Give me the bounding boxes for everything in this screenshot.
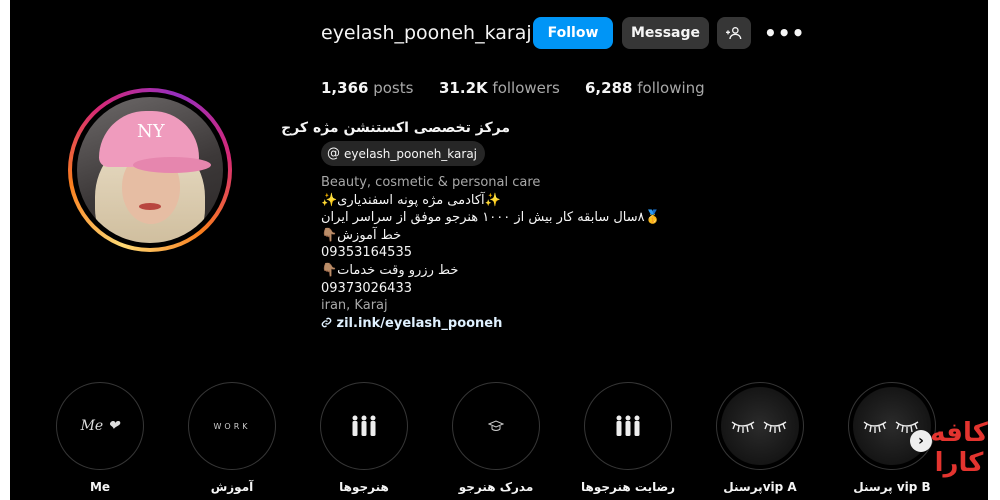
group-icon xyxy=(616,415,640,436)
avatar-cap-brim xyxy=(133,157,211,173)
following-label: following xyxy=(637,79,705,97)
highlight-cover xyxy=(457,387,535,465)
threads-badge[interactable]: @ eyelash_pooneh_karaj xyxy=(321,141,486,166)
watermark-logo: کافه کارا xyxy=(925,418,993,478)
highlight-ring xyxy=(716,382,804,470)
profile-page: NY eyelash_pooneh_karaj Follow Message •… xyxy=(10,0,988,500)
following-stat[interactable]: 6,288 following xyxy=(585,79,705,97)
highlight-cover xyxy=(325,387,403,465)
watermark-line: کارا xyxy=(934,448,984,478)
highlight-cover xyxy=(589,387,667,465)
story-highlights: Me ❤ Me WORK آموزش هنرجوها مدرک هنرجو رض… xyxy=(10,382,988,500)
link-icon xyxy=(321,317,332,328)
highlight-ring xyxy=(320,382,408,470)
bio-category: Beauty, cosmetic & personal care xyxy=(321,175,541,190)
highlight-satisfaction[interactable]: رضایت هنرجوها xyxy=(581,382,675,494)
followers-count: 31.2K xyxy=(439,79,488,97)
highlight-ring: WORK xyxy=(188,382,276,470)
profile-full-name: مرکز تخصصی اکستنشن مژه کرج xyxy=(281,120,510,136)
bio-link-text: zil.ink/eyelash_pooneh xyxy=(336,315,503,331)
bio-line: خط رزرو وقت خدمات👇🏽 xyxy=(321,262,459,278)
add-person-icon xyxy=(726,27,742,40)
highlight-label: مدرک هنرجو xyxy=(458,480,534,494)
highlight-label: آموزش xyxy=(210,480,254,494)
highlight-vip-a[interactable]: پرسنلvip A xyxy=(713,382,807,494)
threads-icon: @ xyxy=(327,146,340,161)
highlight-label: پرسنل vip B xyxy=(853,480,931,494)
highlight-cover-text: Me ❤ xyxy=(80,418,120,434)
eyelash-icon xyxy=(731,421,787,433)
threads-handle: eyelash_pooneh_karaj xyxy=(344,146,478,161)
highlight-certificates[interactable]: مدرک هنرجو xyxy=(449,382,543,494)
highlight-students[interactable]: هنرجوها xyxy=(317,382,411,494)
posts-label: posts xyxy=(373,79,414,97)
highlight-label: پرسنلvip A xyxy=(723,480,797,494)
posts-count: 1,366 xyxy=(321,79,369,97)
highlight-me[interactable]: Me ❤ Me xyxy=(53,382,147,494)
bio-line: 🥇۸سال سابقه کار بیش از ۱۰۰۰ هنرجو موفق ا… xyxy=(321,210,661,226)
bio-phone: 09373026433 xyxy=(321,280,412,296)
bio-line: خط آموزش👇🏽 xyxy=(321,227,402,243)
group-icon xyxy=(352,415,376,436)
highlight-ring xyxy=(452,382,540,470)
avatar-border: NY xyxy=(72,92,228,248)
highlight-cover: WORK xyxy=(193,387,271,465)
highlight-ring xyxy=(848,382,936,470)
bio-location: iran, Karaj xyxy=(321,298,388,314)
follow-button[interactable]: Follow xyxy=(533,17,613,49)
following-count: 6,288 xyxy=(585,79,633,97)
bio-link[interactable]: zil.ink/eyelash_pooneh xyxy=(321,315,661,333)
posts-stat: 1,366 posts xyxy=(321,79,413,97)
highlight-cover xyxy=(721,387,799,465)
avatar[interactable]: NY xyxy=(77,97,223,243)
suggest-accounts-button[interactable] xyxy=(717,17,751,49)
story-ring[interactable]: NY xyxy=(68,88,232,252)
avatar-lips xyxy=(139,203,161,210)
highlight-label: Me xyxy=(89,480,111,494)
message-button[interactable]: Message xyxy=(622,17,709,49)
highlight-ring: Me ❤ xyxy=(56,382,144,470)
watermark-line: کافه xyxy=(930,418,988,448)
cap-logo: NY xyxy=(137,121,165,142)
bio-line: ✨آکادمی مژه پونه اسفندیاری✨ xyxy=(321,192,501,208)
highlight-ring xyxy=(584,382,672,470)
profile-username: eyelash_pooneh_karaj xyxy=(321,22,532,44)
followers-label: followers xyxy=(492,79,560,97)
highlight-training[interactable]: WORK آموزش xyxy=(185,382,279,494)
graduation-cap-icon xyxy=(488,420,504,431)
highlight-label: رضایت هنرجوها xyxy=(581,480,676,494)
highlight-cover xyxy=(853,387,931,465)
followers-stat[interactable]: 31.2K followers xyxy=(439,79,560,97)
profile-bio: Beauty, cosmetic & personal care ✨آکادمی… xyxy=(321,174,661,332)
highlight-label: هنرجوها xyxy=(339,480,389,494)
highlight-cover: Me ❤ xyxy=(61,387,139,465)
highlight-cover-text: WORK xyxy=(213,421,251,431)
bio-phone: 09353164535 xyxy=(321,245,412,261)
more-options-icon[interactable]: ••• xyxy=(764,21,805,45)
